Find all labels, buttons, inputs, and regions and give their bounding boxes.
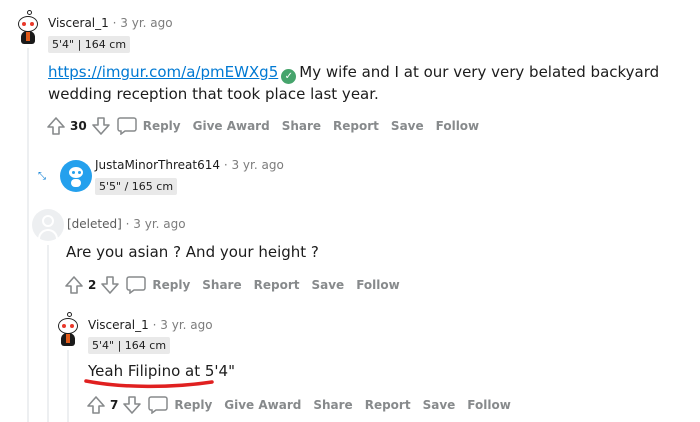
reply-button[interactable]: Reply	[148, 396, 212, 414]
follow-button[interactable]: Follow	[436, 119, 480, 133]
user-flair: 5'4" | 164 cm	[88, 337, 171, 354]
timestamp[interactable]: 3 yr. ago	[133, 217, 185, 231]
comment-body: https://imgur.com/a/pmEWXg5 ✓ My wife and …	[48, 62, 668, 105]
report-button[interactable]: Report	[333, 119, 379, 133]
arrow-up-outline-icon[interactable]	[46, 116, 66, 136]
speech-bubble-icon	[148, 396, 169, 414]
avatar[interactable]	[60, 160, 92, 192]
timestamp[interactable]: 3 yr. ago	[231, 158, 283, 172]
reply-button[interactable]: Reply	[116, 117, 181, 135]
arrow-down-outline-icon[interactable]	[91, 116, 111, 136]
reply-label: Reply	[142, 119, 181, 133]
give-award-button[interactable]: Give Award	[193, 119, 270, 133]
user-flair: 5'5" / 165 cm	[95, 178, 178, 195]
save-button[interactable]: Save	[391, 119, 424, 133]
thread-line[interactable]	[27, 48, 29, 422]
comment-meta: [deleted] · 3 yr. ago	[67, 217, 186, 231]
speech-bubble-icon	[126, 276, 147, 294]
username[interactable]: Visceral_1	[88, 318, 149, 332]
reply-label: Reply	[174, 398, 213, 412]
save-button[interactable]: Save	[423, 398, 456, 412]
username[interactable]: JustaMinorThreat614	[95, 158, 220, 172]
comment-meta: JustaMinorThreat614 · 3 yr. ago	[95, 158, 284, 172]
vote-score: 7	[110, 398, 119, 412]
share-button[interactable]: Share	[202, 278, 241, 292]
comment-meta: Visceral_1 · 3 yr. ago	[48, 16, 173, 30]
report-button[interactable]: Report	[254, 278, 300, 292]
separator: ·	[112, 16, 117, 30]
arrow-up-outline-icon[interactable]	[86, 395, 106, 415]
comment-actions: 7 Reply Give Award Share Report Save Fol…	[86, 395, 523, 415]
arrow-down-outline-icon[interactable]	[100, 275, 120, 295]
checkmark-circle-icon: ✓	[281, 69, 297, 84]
comment-meta: Visceral_1 · 3 yr. ago	[88, 318, 213, 332]
separator: ·	[223, 158, 228, 172]
username: [deleted]	[67, 217, 122, 231]
comment-actions: 2 Reply Share Report Save Follow	[64, 275, 412, 295]
timestamp[interactable]: 3 yr. ago	[160, 318, 212, 332]
avatar[interactable]	[12, 10, 44, 44]
expand-arrows-icon[interactable]: ⤡	[38, 171, 46, 182]
avatar[interactable]	[52, 312, 84, 346]
comment-actions: 30 Reply Give Award Share Report Save Fo…	[46, 116, 491, 136]
reply-button[interactable]: Reply	[126, 276, 190, 294]
separator: ·	[152, 318, 157, 332]
thread-line[interactable]	[47, 245, 49, 422]
vote-score: 30	[70, 119, 87, 133]
save-button[interactable]: Save	[311, 278, 344, 292]
share-button[interactable]: Share	[313, 398, 352, 412]
reply-label: Reply	[152, 278, 191, 292]
user-flair: 5'4" | 164 cm	[48, 36, 131, 53]
avatar[interactable]	[32, 209, 64, 241]
vote-score: 2	[88, 278, 97, 292]
imgur-link[interactable]: https://imgur.com/a/pmEWXg5	[48, 63, 278, 81]
follow-button[interactable]: Follow	[467, 398, 511, 412]
follow-button[interactable]: Follow	[356, 278, 400, 292]
separator: ·	[125, 217, 130, 231]
speech-bubble-icon	[116, 117, 137, 135]
arrow-down-outline-icon[interactable]	[122, 395, 142, 415]
timestamp[interactable]: 3 yr. ago	[120, 16, 172, 30]
thread-line[interactable]	[67, 350, 69, 422]
share-button[interactable]: Share	[282, 119, 321, 133]
report-button[interactable]: Report	[365, 398, 411, 412]
red-underline-annotation	[84, 379, 214, 389]
give-award-button[interactable]: Give Award	[224, 398, 301, 412]
comment-body: Are you asian ? And your height ?	[66, 243, 319, 261]
username[interactable]: Visceral_1	[48, 16, 109, 30]
arrow-up-outline-icon[interactable]	[64, 275, 84, 295]
